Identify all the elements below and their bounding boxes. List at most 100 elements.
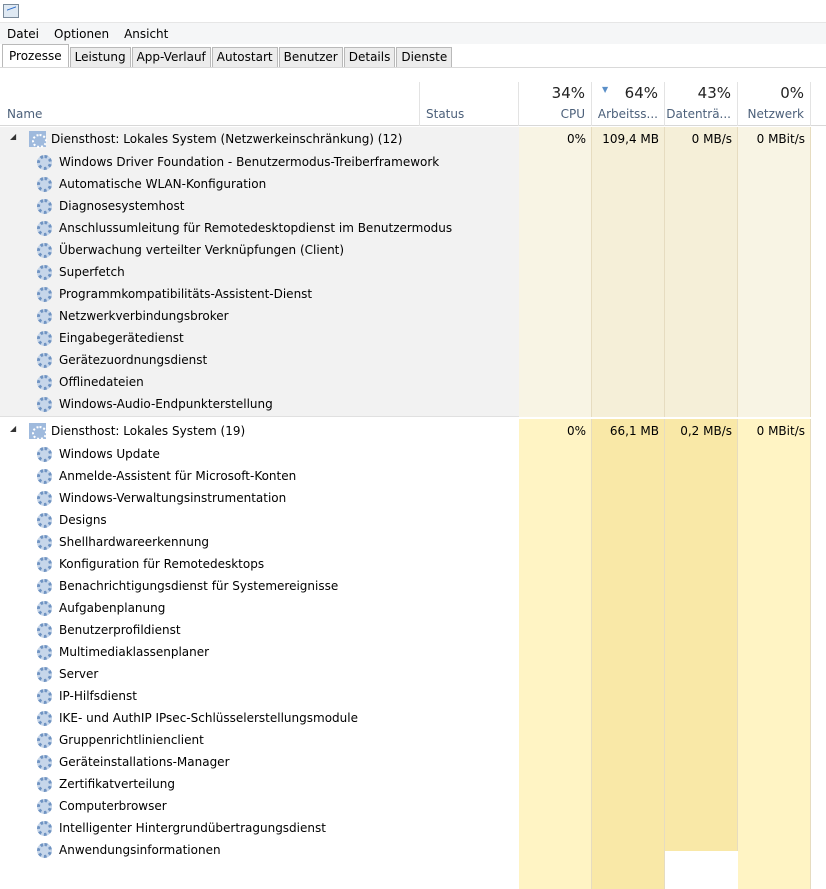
service-row[interactable]: Windows Update: [0, 443, 826, 465]
gear-icon: [37, 397, 52, 412]
service-row[interactable]: Offlinedateien: [0, 371, 826, 393]
gear-icon: [37, 199, 52, 214]
service-row[interactable]: Zertifikatverteilung: [0, 773, 826, 795]
gear-icon: [37, 221, 52, 236]
disk-label: Datenträ...: [666, 107, 731, 121]
disk-value: 0 MB/s: [691, 132, 732, 146]
service-row[interactable]: Konfiguration für Remotedesktops: [0, 553, 826, 575]
tab-autostart[interactable]: Autostart: [211, 47, 278, 67]
gear-icon: [37, 535, 52, 550]
column-memory[interactable]: ▼ 64% Arbeitss...: [592, 82, 665, 126]
service-row[interactable]: Server: [0, 663, 826, 685]
collapse-arrow-icon[interactable]: ◢: [10, 132, 16, 141]
service-name: Windows-Verwaltungsinstrumentation: [59, 491, 287, 505]
service-row[interactable]: Benutzerprofildienst: [0, 619, 826, 641]
memory-label: Arbeitss...: [597, 107, 658, 121]
column-name[interactable]: Name: [0, 82, 420, 126]
group-row[interactable]: ◢ Diensthost: Lokales System (Netzwerkein…: [0, 128, 826, 150]
gear-icon: [37, 375, 52, 390]
service-row[interactable]: Anschlussumleitung für Remotedesktopdien…: [0, 217, 826, 239]
service-row[interactable]: Anmelde-Assistent für Microsoft-Konten: [0, 465, 826, 487]
gear-icon: [37, 667, 52, 682]
service-row[interactable]: Shellhardwareerkennung: [0, 531, 826, 553]
service-name: Anmelde-Assistent für Microsoft-Konten: [59, 469, 297, 483]
service-row[interactable]: Automatische WLAN-Konfiguration: [0, 173, 826, 195]
gear-icon: [37, 623, 52, 638]
service-name: Gerätezuordnungsdienst: [59, 353, 208, 367]
group-row[interactable]: ◢ Diensthost: Lokales System (19) 0% 66,1 M…: [0, 420, 826, 442]
service-name: Intelligenter Hintergrundübertragungsdie…: [59, 821, 326, 835]
service-row[interactable]: Computerbrowser: [0, 795, 826, 817]
gear-icon: [37, 821, 52, 836]
service-row[interactable]: Programmkompatibilitäts-Assistent-Dienst: [0, 283, 826, 305]
gear-icon: [37, 155, 52, 170]
tab-leistung[interactable]: Leistung: [69, 47, 131, 67]
tab-prozesse[interactable]: Prozesse: [2, 44, 69, 67]
service-name: Programmkompatibilitäts-Assistent-Dienst: [59, 287, 313, 301]
service-row[interactable]: Superfetch: [0, 261, 826, 283]
mem-value: 66,1 MB: [609, 424, 659, 438]
service-row[interactable]: Anwendungsinformationen: [0, 839, 826, 861]
network-label: Netzwerk: [747, 107, 804, 121]
menu-optionen[interactable]: Optionen: [54, 27, 109, 41]
service-name: Aufgabenplanung: [59, 601, 166, 615]
column-disk[interactable]: 43% Datenträ...: [665, 82, 738, 126]
service-name: Geräteinstallations-Manager: [59, 755, 230, 769]
tab-details[interactable]: Details: [343, 47, 396, 67]
service-row[interactable]: Eingabegerätedienst: [0, 327, 826, 349]
column-network[interactable]: 0% Netzwerk: [738, 82, 811, 126]
cpu-label: CPU: [560, 107, 585, 121]
menu-bar: Datei Optionen Ansicht: [0, 22, 826, 44]
service-row[interactable]: Multimediaklassenplaner: [0, 641, 826, 663]
service-name: Windows-Audio-Endpunkterstellung: [59, 397, 273, 411]
service-row[interactable]: Netzwerkverbindungsbroker: [0, 305, 826, 327]
mem-value: 109,4 MB: [602, 132, 659, 146]
cpu-percent: 34%: [551, 84, 585, 102]
service-row[interactable]: Windows-Audio-Endpunkterstellung: [0, 393, 826, 415]
tab-benutzer[interactable]: Benutzer: [278, 47, 343, 67]
service-row[interactable]: IP-Hilfsdienst: [0, 685, 826, 707]
gear-icon: [37, 645, 52, 660]
service-row[interactable]: Aufgabenplanung: [0, 597, 826, 619]
service-row[interactable]: Überwachung verteilter Verknüpfungen (Cl…: [0, 239, 826, 261]
net-value: 0 MBit/s: [756, 132, 805, 146]
gear-icon: [37, 601, 52, 616]
column-status-label: Status: [426, 107, 465, 121]
service-row[interactable]: Diagnosesystemhost: [0, 195, 826, 217]
service-name: Windows Update: [59, 447, 160, 461]
service-row[interactable]: Windows Driver Foundation - Benutzermodu…: [0, 151, 826, 173]
service-row[interactable]: Benachrichtigungsdienst für Systemereign…: [0, 575, 826, 597]
cpu-value: 0%: [566, 424, 586, 438]
tab-app-verlauf[interactable]: App-Verlauf: [131, 47, 211, 67]
task-manager-icon: [3, 4, 19, 18]
service-name: Computerbrowser: [59, 799, 167, 813]
menu-datei[interactable]: Datei: [7, 27, 39, 41]
column-header: Name Status 34% CPU ▼ 64% Arbeitss... 43% Da…: [0, 82, 826, 126]
service-name: Shellhardwareerkennung: [59, 535, 210, 549]
service-row[interactable]: Gruppenrichtlinienclient: [0, 729, 826, 751]
service-row[interactable]: Designs: [0, 509, 826, 531]
service-row[interactable]: IKE- und AuthIP IPsec-Schlüsselerstellun…: [0, 707, 826, 729]
service-name: Superfetch: [59, 265, 125, 279]
service-row[interactable]: Intelligenter Hintergrundübertragungsdie…: [0, 817, 826, 839]
column-status[interactable]: Status: [420, 82, 519, 126]
cpu-value: 0%: [566, 132, 586, 146]
service-row[interactable]: Windows-Verwaltungsinstrumentation: [0, 487, 826, 509]
collapse-arrow-icon[interactable]: ◢: [10, 424, 16, 433]
menu-ansicht[interactable]: Ansicht: [124, 27, 168, 41]
process-list: ◢ Diensthost: Lokales System (Netzwerkein…: [0, 127, 826, 889]
service-name: Benachrichtigungsdienst für Systemereign…: [59, 579, 339, 593]
gear-icon: [37, 331, 52, 346]
tab-dienste[interactable]: Dienste: [396, 47, 453, 67]
gear-icon: [37, 177, 52, 192]
network-percent: 0%: [780, 84, 804, 102]
service-name: Designs: [59, 513, 107, 527]
column-cpu[interactable]: 34% CPU: [519, 82, 592, 126]
service-name: IKE- und AuthIP IPsec-Schlüsselerstellun…: [59, 711, 358, 725]
sort-arrow-icon: ▼: [602, 85, 609, 94]
service-row[interactable]: Gerätezuordnungsdienst: [0, 349, 826, 371]
service-name: Windows Driver Foundation - Benutzermodu…: [59, 155, 440, 169]
gear-icon: [37, 513, 52, 528]
service-row[interactable]: Geräteinstallations-Manager: [0, 751, 826, 773]
gear-icon: [37, 799, 52, 814]
